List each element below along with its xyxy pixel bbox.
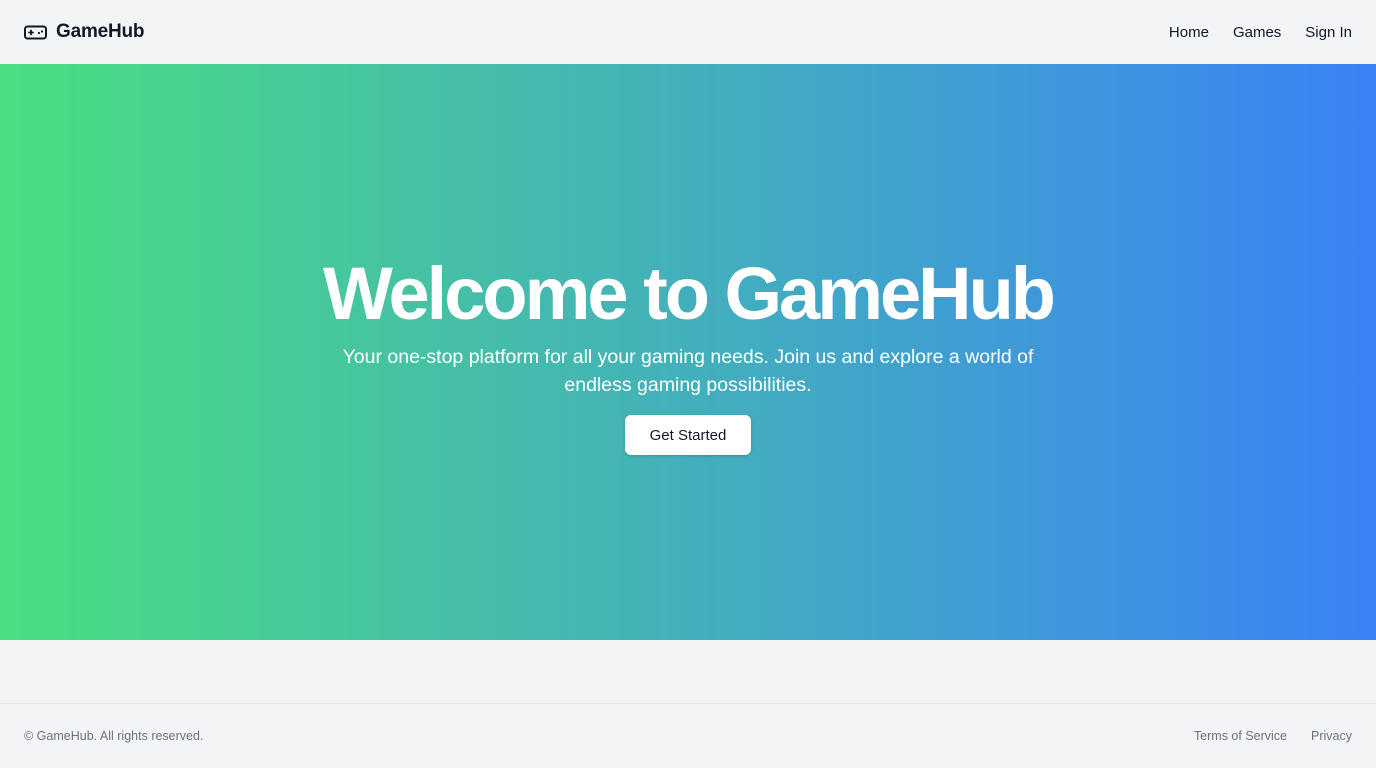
page: GameHub Home Games Sign In Welcome to Ga… (0, 0, 1376, 768)
nav-home-link[interactable]: Home (1169, 24, 1209, 41)
site-footer: © GameHub. All rights reserved. Terms of… (0, 703, 1376, 768)
terms-of-service-link[interactable]: Terms of Service (1194, 729, 1287, 743)
nav-sign-in-link[interactable]: Sign In (1305, 24, 1352, 41)
copyright-text: © GameHub. All rights reserved. (24, 729, 204, 743)
brand-name: GameHub (56, 21, 145, 42)
main-nav: Home Games Sign In (1169, 24, 1352, 41)
site-header: GameHub Home Games Sign In (0, 0, 1376, 64)
brand-link[interactable]: GameHub (24, 21, 145, 43)
hero-section: Welcome to GameHub Your one-stop platfor… (0, 64, 1376, 640)
hero-title: Welcome to GameHub (322, 252, 1056, 335)
footer-links: Terms of Service Privacy (1194, 729, 1352, 743)
privacy-link[interactable]: Privacy (1311, 729, 1352, 743)
hero-subtitle: Your one-stop platform for all your gami… (342, 346, 1034, 396)
nav-games-link[interactable]: Games (1233, 24, 1281, 41)
gamepad-icon (24, 24, 47, 41)
get-started-button[interactable]: Get Started (625, 415, 751, 455)
